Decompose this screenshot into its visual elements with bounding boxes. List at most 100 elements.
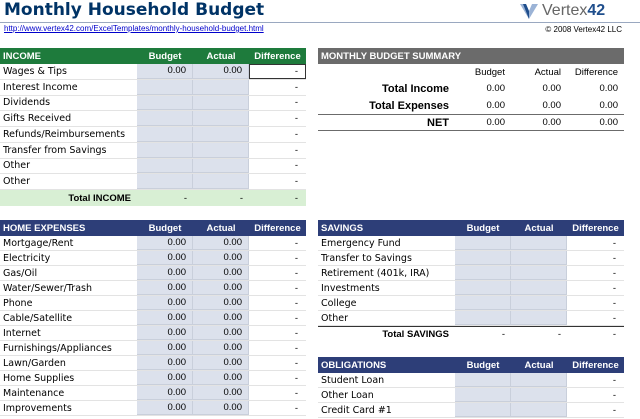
home-expense-label-cell: Furnishings/Appliances — [3, 342, 112, 354]
home-expense-label-cell: Lawn/Garden — [3, 357, 66, 369]
obligations-title: OBLIGATIONS — [321, 359, 387, 371]
obligations-table: OBLIGATIONS Budget Actual Difference Stu… — [318, 357, 624, 419]
savings-label-cell: Emergency Fund — [321, 237, 401, 249]
savings-label-cell: College — [321, 297, 357, 309]
obligation-budget-cell[interactable] — [455, 373, 511, 387]
savings-difference-cell: - — [612, 252, 616, 264]
savings-actual-cell[interactable] — [511, 266, 567, 280]
home-expense-row: Phone 0.00 0.00 - — [0, 296, 306, 311]
savings-budget-cell[interactable] — [455, 281, 511, 295]
home-expense-difference-cell: - — [294, 342, 298, 354]
home-expense-actual-cell[interactable]: 0.00 — [193, 311, 249, 325]
savings-budget-cell[interactable] — [455, 311, 511, 325]
savings-difference-cell: - — [612, 312, 616, 324]
income-actual-cell[interactable] — [193, 174, 249, 189]
income-row: Transfer from Savings - — [0, 142, 306, 159]
income-actual-cell[interactable] — [193, 142, 249, 158]
home-expense-actual-cell[interactable]: 0.00 — [193, 386, 249, 400]
savings-budget-cell[interactable] — [455, 266, 511, 280]
home-expense-actual-cell[interactable]: 0.00 — [193, 266, 249, 280]
savings-budget-cell[interactable] — [455, 236, 511, 250]
obligation-budget-cell[interactable] — [455, 403, 511, 417]
savings-table: SAVINGS Budget Actual Difference Emergen… — [318, 220, 624, 344]
income-budget-cell[interactable] — [137, 174, 193, 189]
obligation-actual-cell[interactable] — [511, 388, 567, 402]
obligation-budget-cell[interactable] — [455, 388, 511, 402]
summary-label: Total Expenses — [369, 99, 449, 112]
income-budget-cell[interactable] — [137, 95, 193, 111]
home-expense-budget-cell[interactable]: 0.00 — [137, 371, 193, 385]
income-row: Gifts Received - — [0, 111, 306, 127]
income-label-cell: Gifts Received — [3, 113, 72, 125]
home-expense-budget-cell[interactable]: 0.00 — [137, 401, 193, 415]
income-difference-cell: - — [294, 81, 298, 93]
income-actual-cell[interactable] — [193, 111, 249, 126]
income-actual-cell[interactable] — [193, 79, 249, 95]
home-expense-label-cell: Mortgage/Rent — [3, 237, 74, 249]
home-expense-budget-cell[interactable]: 0.00 — [137, 251, 193, 265]
obligation-row: Student Loan - — [318, 373, 624, 388]
home-expense-budget-cell[interactable]: 0.00 — [137, 281, 193, 295]
home-expense-budget-cell[interactable]: 0.00 — [137, 311, 193, 325]
income-budget-cell[interactable] — [137, 142, 193, 158]
home-expense-actual-cell[interactable]: 0.00 — [193, 281, 249, 295]
income-actual-cell[interactable]: 0.00 — [193, 64, 249, 79]
home-expenses-col-budget: Budget — [148, 222, 182, 234]
income-label-cell: Other — [3, 176, 30, 188]
income-actual-cell[interactable] — [193, 95, 249, 111]
home-expense-actual-cell[interactable]: 0.00 — [193, 251, 249, 265]
obligation-actual-cell[interactable] — [511, 403, 567, 417]
home-expense-actual-cell[interactable]: 0.00 — [193, 236, 249, 250]
savings-difference-cell: - — [612, 297, 616, 309]
savings-total-budget: - — [501, 329, 505, 340]
income-col-actual: Actual — [206, 50, 236, 62]
home-expense-actual-cell[interactable]: 0.00 — [193, 296, 249, 310]
home-expense-actual-cell[interactable]: 0.00 — [193, 341, 249, 355]
savings-actual-cell[interactable] — [511, 281, 567, 295]
income-budget-cell[interactable] — [137, 158, 193, 174]
income-budget-cell[interactable] — [137, 111, 193, 126]
home-expense-budget-cell[interactable]: 0.00 — [137, 386, 193, 400]
obligation-label-cell: Other Loan — [321, 389, 374, 401]
home-expense-actual-cell[interactable]: 0.00 — [193, 371, 249, 385]
home-expense-row: Electricity 0.00 0.00 - — [0, 251, 306, 266]
income-actual-cell[interactable] — [193, 127, 249, 142]
home-expense-label-cell: Water/Sewer/Trash — [3, 282, 92, 294]
income-col-budget: Budget — [148, 50, 182, 62]
home-expense-actual-cell[interactable]: 0.00 — [193, 356, 249, 370]
home-expense-budget-cell[interactable]: 0.00 — [137, 356, 193, 370]
home-expense-actual-cell[interactable]: 0.00 — [193, 326, 249, 340]
template-link[interactable]: http://www.vertex42.com/ExcelTemplates/m… — [4, 24, 264, 33]
savings-actual-cell[interactable] — [511, 236, 567, 250]
savings-total-difference: - — [612, 329, 616, 340]
home-expense-actual-cell[interactable]: 0.00 — [193, 401, 249, 415]
summary-actual: 0.00 — [542, 100, 562, 111]
home-expense-budget-cell[interactable]: 0.00 — [137, 236, 193, 250]
obligation-actual-cell[interactable] — [511, 373, 567, 387]
home-expense-difference-cell: - — [294, 387, 298, 399]
summary-row-net: NET 0.00 0.00 0.00 — [318, 114, 624, 131]
home-expense-row: Gas/Oil 0.00 0.00 - — [0, 266, 306, 281]
income-label-cell: Interest Income — [3, 81, 78, 93]
savings-budget-cell[interactable] — [455, 296, 511, 310]
home-expense-budget-cell[interactable]: 0.00 — [137, 266, 193, 280]
summary-column-row: Budget Actual Difference — [318, 64, 624, 80]
income-budget-cell[interactable]: 0.00 — [137, 64, 193, 79]
savings-actual-cell[interactable] — [511, 311, 567, 325]
income-budget-cell[interactable] — [137, 127, 193, 142]
savings-actual-cell[interactable] — [511, 296, 567, 310]
home-expense-budget-cell[interactable]: 0.00 — [137, 296, 193, 310]
income-budget-cell[interactable] — [137, 79, 193, 95]
home-expense-row: Mortgage/Rent 0.00 0.00 - — [0, 236, 306, 251]
savings-budget-cell[interactable] — [455, 251, 511, 265]
home-expense-budget-cell[interactable]: 0.00 — [137, 326, 193, 340]
income-label-cell: Refunds/Reimbursements — [3, 128, 126, 140]
income-actual-cell[interactable] — [193, 158, 249, 174]
home-expenses-header-row: HOME EXPENSES Budget Actual Difference — [0, 220, 306, 236]
summary-difference: 0.00 — [599, 117, 619, 128]
home-expense-difference-cell: - — [294, 327, 298, 339]
savings-actual-cell[interactable] — [511, 251, 567, 265]
title-divider — [0, 22, 640, 23]
home-expense-label-cell: Phone — [3, 297, 33, 309]
home-expense-budget-cell[interactable]: 0.00 — [137, 341, 193, 355]
